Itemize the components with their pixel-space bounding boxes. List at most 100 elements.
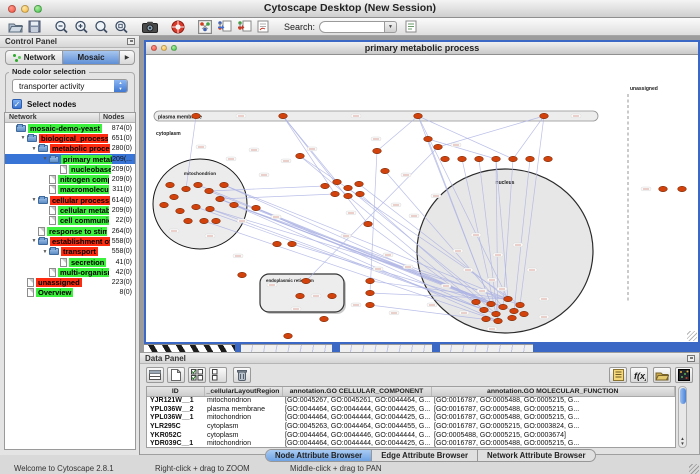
tree-item[interactable]: Overview8(0) (5, 288, 135, 298)
network-node[interactable] (366, 290, 375, 295)
network-node[interactable] (458, 156, 467, 161)
network-node[interactable] (434, 144, 443, 149)
network-overview-icon[interactable] (198, 19, 212, 35)
import-attributes-icon[interactable] (237, 19, 252, 35)
network-node[interactable] (424, 136, 433, 141)
expand-arrow-icon[interactable]: ▼ (19, 135, 27, 141)
open-session-icon[interactable] (8, 19, 23, 35)
background-window-fragment[interactable] (241, 344, 332, 352)
network-node[interactable] (320, 316, 329, 321)
expand-arrow-icon[interactable]: ▼ (41, 156, 49, 162)
view-resize-grip[interactable] (687, 331, 697, 341)
network-node[interactable] (487, 301, 496, 306)
search-config-icon[interactable] (405, 19, 417, 35)
network-node[interactable] (520, 311, 529, 316)
tab-mosaic[interactable]: Mosaic (63, 51, 120, 64)
column-header[interactable]: ID (147, 387, 204, 396)
network-node[interactable] (182, 186, 191, 191)
tree-item[interactable]: ▼cellular process614(0) (5, 195, 135, 205)
background-window-fragment[interactable] (340, 344, 432, 352)
close-view-button[interactable] (151, 45, 157, 51)
network-node[interactable] (373, 148, 382, 153)
vizmapper-icon[interactable] (257, 19, 269, 35)
tree-item[interactable]: ▼transport558(0) (5, 247, 135, 257)
edge[interactable] (283, 116, 335, 194)
network-node[interactable] (494, 318, 503, 323)
network-node[interactable] (302, 278, 311, 283)
close-window-button[interactable] (8, 5, 16, 13)
import-attribute-file-icon[interactable] (653, 367, 671, 383)
network-node[interactable] (381, 168, 390, 173)
tree-item[interactable]: nitrogen compo209(0) (5, 174, 135, 184)
table-row[interactable]: YKR052Ccytoplasm[GO:0044464, GO:0044446,… (147, 431, 675, 440)
network-node[interactable] (508, 315, 517, 320)
node-color-dropdown[interactable]: transporter activity ▲▼ (12, 79, 128, 93)
network-node[interactable] (273, 241, 282, 246)
network-node[interactable] (509, 156, 518, 161)
network-node[interactable] (321, 183, 330, 188)
select-attributes-icon[interactable] (188, 367, 206, 383)
minimize-window-button[interactable] (21, 5, 29, 13)
tree-item[interactable]: cell communicat22(0) (5, 216, 135, 226)
expand-arrow-icon[interactable]: ▼ (41, 249, 49, 255)
network-node[interactable] (364, 221, 373, 226)
network-node[interactable] (212, 218, 221, 223)
tree-item[interactable]: ▼primary metabo209(... (5, 154, 135, 164)
expand-arrow-icon[interactable]: ▼ (30, 238, 38, 244)
network-node[interactable] (659, 186, 668, 191)
network-node[interactable] (205, 188, 214, 193)
tree-item[interactable]: secretion41(0) (5, 257, 135, 267)
network-node[interactable] (480, 307, 489, 312)
zoom-view-button[interactable] (171, 45, 177, 51)
network-node[interactable] (160, 202, 169, 207)
network-node[interactable] (184, 218, 193, 223)
window-resize-grip[interactable] (689, 464, 699, 474)
network-node[interactable] (475, 156, 484, 161)
function-builder-icon[interactable]: f(x) (630, 367, 648, 383)
matrix-icon[interactable] (675, 367, 693, 383)
table-row[interactable]: YDR039C__1mitochondrion[GO:0044464, GO:0… (147, 439, 675, 448)
minimize-view-button[interactable] (161, 45, 167, 51)
column-header[interactable]: annotation.GO CELLULAR_COMPONENT (282, 387, 431, 396)
network-node[interactable] (678, 186, 687, 191)
tab-network[interactable]: Network (6, 51, 63, 64)
table-row[interactable]: YLR295Ccytoplasm[GO:0045263, GO:0044464,… (147, 422, 675, 431)
network-node[interactable] (192, 113, 201, 118)
network-node[interactable] (526, 156, 535, 161)
help-icon[interactable] (171, 19, 185, 35)
network-canvas[interactable]: plasma membrane cytoplasm mitochondrion … (146, 55, 698, 342)
network-node[interactable] (482, 316, 491, 321)
table-row[interactable]: YPL036W__2plasma membrane[GO:0044464, GO… (147, 405, 675, 414)
network-node[interactable] (296, 153, 305, 158)
tree-item[interactable]: mosaic-demo-yeast874(0) (5, 123, 135, 133)
network-node[interactable] (492, 311, 501, 316)
attribute-table[interactable]: ID_cellularLayoutRegionannotation.GO CEL… (146, 386, 676, 448)
zoom-selected-icon[interactable] (94, 19, 109, 35)
tab-overflow-arrow[interactable]: ▶ (120, 51, 134, 64)
network-node[interactable] (200, 218, 209, 223)
network-node[interactable] (331, 191, 340, 196)
network-node[interactable] (279, 113, 288, 118)
network-node[interactable] (333, 179, 342, 184)
network-node[interactable] (366, 278, 375, 283)
tree-item[interactable]: ▼metabolic process280(0) (5, 144, 135, 154)
network-node[interactable] (216, 196, 225, 201)
table-row[interactable]: YPL036W__1mitochondrion[GO:0044464, GO:0… (147, 413, 675, 422)
float-panel-icon[interactable] (127, 38, 135, 45)
new-attribute-icon[interactable] (167, 367, 185, 383)
search-dropdown-icon[interactable]: ▼ (385, 21, 397, 33)
column-header[interactable]: annotation.GO MOLECULAR_FUNCTION (431, 387, 675, 396)
network-node[interactable] (356, 191, 365, 196)
float-data-panel-icon[interactable] (687, 355, 695, 362)
delete-attribute-icon[interactable] (233, 367, 251, 383)
snapshot-icon[interactable] (142, 19, 158, 35)
network-node[interactable] (220, 182, 229, 187)
table-row[interactable]: YJR121W__1mitochondrion[GO:0045267, GO:0… (147, 396, 675, 405)
network-view-window[interactable]: primary metabolic process plasma membran… (144, 40, 700, 344)
network-node[interactable] (194, 182, 203, 187)
network-node[interactable] (170, 194, 179, 199)
network-node[interactable] (472, 299, 481, 304)
network-node[interactable] (355, 181, 364, 186)
tree-col-nodes[interactable]: Nodes (99, 113, 135, 122)
tree-item[interactable]: response to stimulu264(0) (5, 226, 135, 236)
